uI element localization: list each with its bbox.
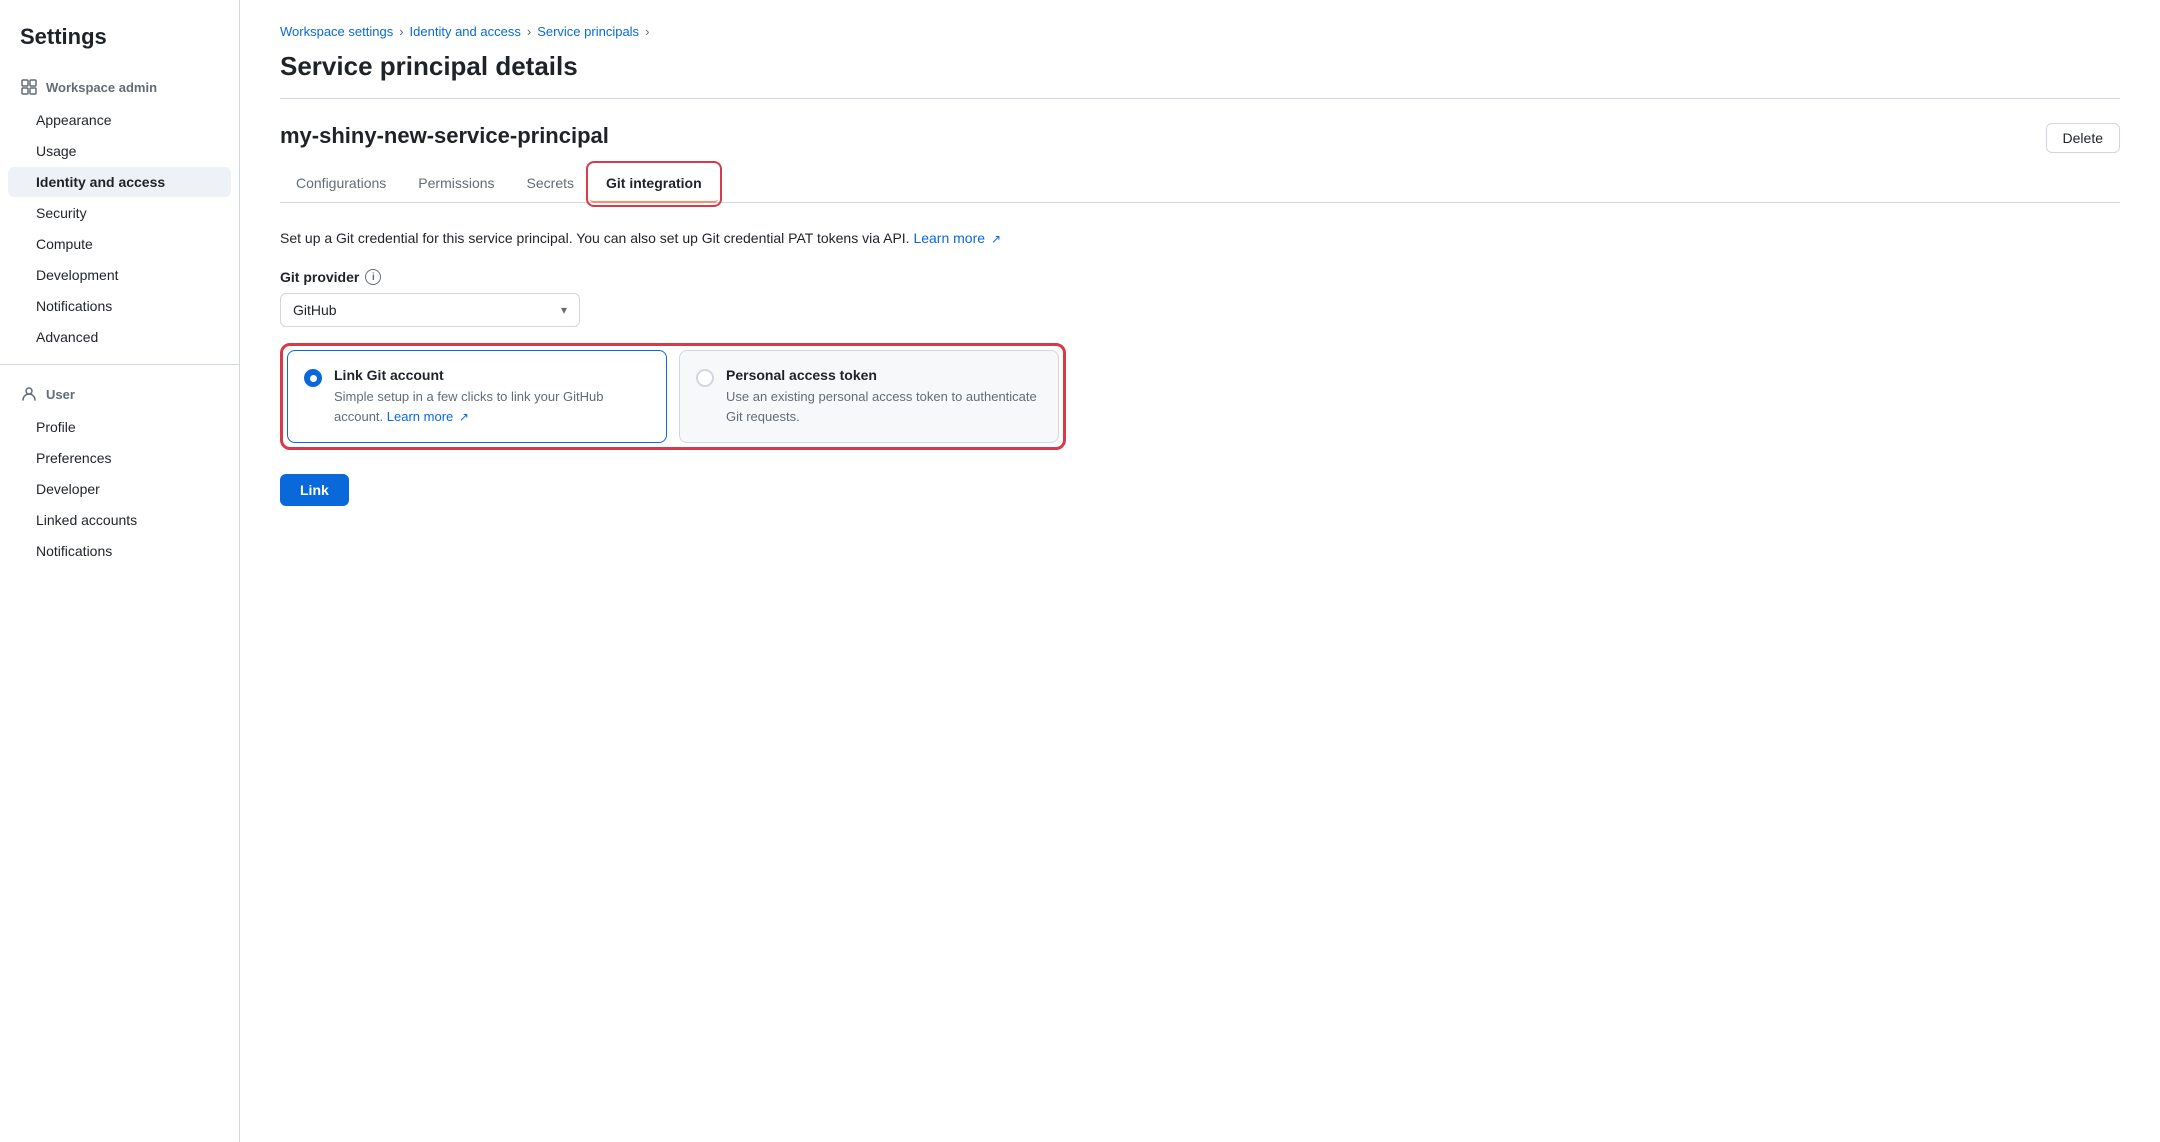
sidebar-item-usage[interactable]: Usage [8,136,231,166]
user-section: User [0,377,239,411]
sp-name: my-shiny-new-service-principal [280,123,609,149]
sidebar-item-advanced[interactable]: Advanced [8,322,231,352]
action-row: Link [280,474,2120,506]
learn-more-link-git[interactable]: Learn more ↗ [387,409,469,424]
user-icon [20,385,38,403]
pat-content: Personal access token Use an existing pe… [726,367,1042,426]
pat-radio[interactable] [696,369,714,387]
git-provider-selected: GitHub [293,302,337,318]
sidebar-item-appearance[interactable]: Appearance [8,105,231,135]
git-provider-dropdown[interactable]: GitHub ▾ [280,293,580,327]
workspace-admin-label: Workspace admin [46,80,157,95]
breadcrumb-service-principals[interactable]: Service principals [537,24,639,39]
pat-card[interactable]: Personal access token Use an existing pe… [679,350,1059,443]
sidebar-item-identity[interactable]: Identity and access [8,167,231,197]
tab-secrets[interactable]: Secrets [511,165,590,203]
tabs: Configurations Permissions Secrets Git i… [280,165,2120,203]
link-git-content: Link Git account Simple setup in a few c… [334,367,650,426]
tab-configurations[interactable]: Configurations [280,165,402,203]
workspace-icon [20,78,38,96]
radio-options-wrapper: Link Git account Simple setup in a few c… [280,343,1066,450]
sidebar-title: Settings [0,24,239,70]
git-provider-label: Git provider i [280,269,2120,285]
sidebar: Settings Workspace admin Appearance Usag… [0,0,240,1142]
sidebar-item-development[interactable]: Development [8,260,231,290]
main-content: Workspace settings › Identity and access… [240,0,2160,1142]
link-git-title: Link Git account [334,367,650,383]
delete-button[interactable]: Delete [2046,123,2120,153]
sidebar-item-preferences[interactable]: Preferences [8,443,231,473]
link-git-desc: Simple setup in a few clicks to link you… [334,387,650,426]
git-integration-description: Set up a Git credential for this service… [280,227,2120,249]
sidebar-item-developer[interactable]: Developer [8,474,231,504]
user-section-label: User [46,387,75,402]
breadcrumb-sep-3: › [645,24,649,39]
workspace-admin-section: Workspace admin [0,70,239,104]
sidebar-item-notifications-ws[interactable]: Notifications [8,291,231,321]
sidebar-item-linked-accounts[interactable]: Linked accounts [8,505,231,535]
link-git-account-card[interactable]: Link Git account Simple setup in a few c… [287,350,667,443]
external-link-icon-git: ↗ [459,408,469,426]
pat-title: Personal access token [726,367,1042,383]
breadcrumb-workspace-settings[interactable]: Workspace settings [280,24,393,39]
sidebar-divider [0,364,239,365]
link-button[interactable]: Link [280,474,349,506]
tab-git-integration[interactable]: Git integration [590,165,718,203]
tab-permissions[interactable]: Permissions [402,165,510,203]
page-divider [280,98,2120,99]
sidebar-item-profile[interactable]: Profile [8,412,231,442]
link-git-radio[interactable] [304,369,322,387]
chevron-down-icon: ▾ [561,303,567,317]
breadcrumb-sep-2: › [527,24,531,39]
learn-more-link-desc[interactable]: Learn more ↗ [913,230,1001,246]
external-link-icon-desc: ↗ [991,230,1001,249]
breadcrumb: Workspace settings › Identity and access… [280,24,2120,39]
sidebar-item-security[interactable]: Security [8,198,231,228]
sidebar-item-compute[interactable]: Compute [8,229,231,259]
sidebar-item-notifications-user[interactable]: Notifications [8,536,231,566]
page-title: Service principal details [280,51,2120,82]
info-icon[interactable]: i [365,269,381,285]
breadcrumb-sep-1: › [399,24,403,39]
pat-desc: Use an existing personal access token to… [726,387,1042,426]
sp-name-row: my-shiny-new-service-principal Delete [280,123,2120,153]
breadcrumb-identity-access[interactable]: Identity and access [410,24,521,39]
